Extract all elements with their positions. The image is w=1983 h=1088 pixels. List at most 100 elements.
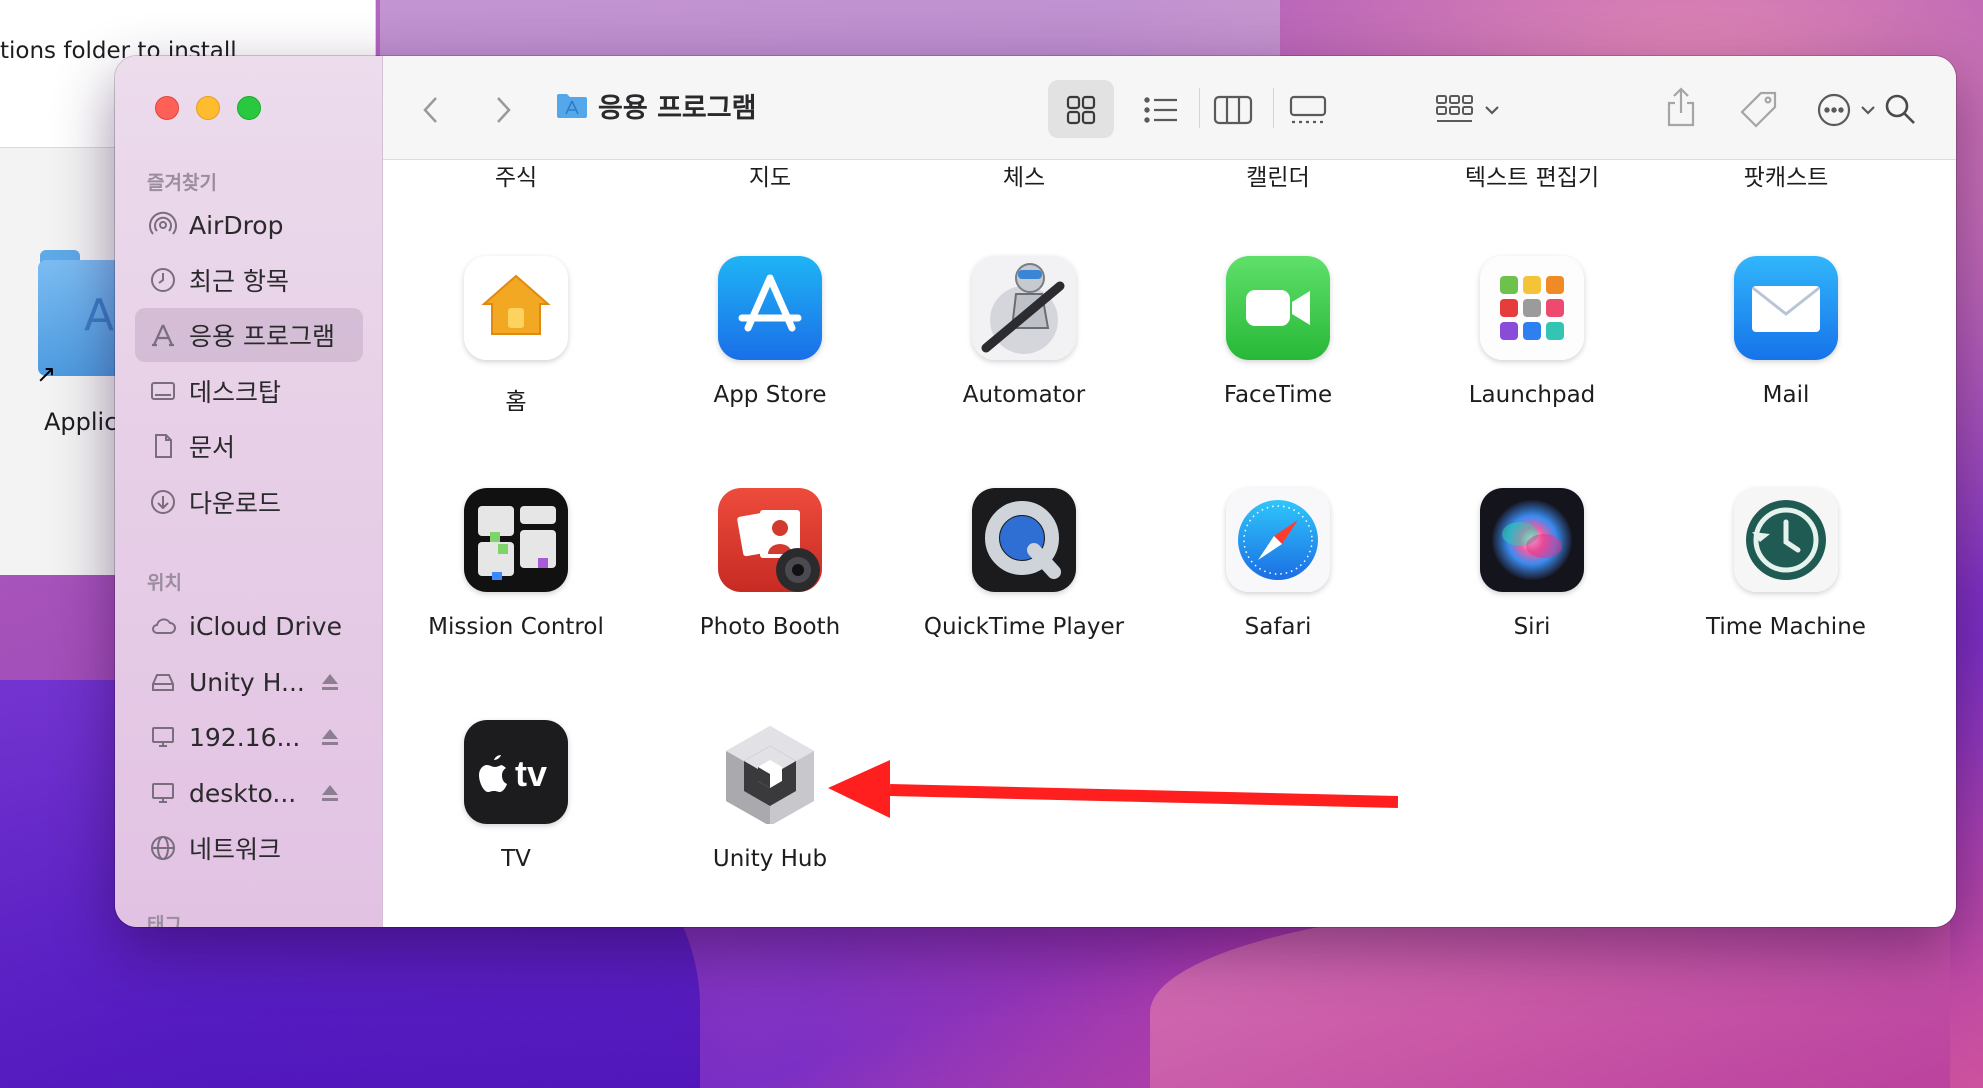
sidebar-item-label: Unity H... — [189, 667, 305, 697]
sidebar-item-label: iCloud Drive — [189, 611, 342, 641]
automator-icon — [972, 256, 1076, 360]
app-facetime[interactable]: FaceTime — [1151, 256, 1405, 408]
search-button[interactable] — [1883, 92, 1917, 126]
share-icon — [1667, 87, 1695, 127]
window-controls — [155, 96, 261, 120]
app-label: Mail — [1762, 382, 1810, 408]
item-label-cut: 지도 — [748, 165, 792, 191]
maximize-button[interactable] — [237, 96, 261, 120]
tv-icon: tv — [464, 720, 568, 824]
sidebar: 즐겨찾기 AirDrop 최근 항목 응용 프로그램 데스크탑 문서 다운로드 … — [115, 56, 383, 927]
gallery-view-button[interactable] — [1288, 94, 1328, 126]
wallpaper-shape — [1150, 900, 1950, 1088]
sidebar-item-applications[interactable]: 응용 프로그램 — [135, 308, 363, 362]
launchpad-icon — [1480, 256, 1584, 360]
tag-icon — [1740, 91, 1777, 128]
locations-header: 위치 — [147, 572, 182, 594]
unity-hub-icon — [718, 720, 822, 824]
chevron-right-icon — [497, 97, 511, 123]
column-view-button[interactable] — [1213, 94, 1253, 126]
item-label-cut: 캘린더 — [1246, 165, 1310, 191]
sidebar-item-documents[interactable]: 문서 — [135, 419, 363, 473]
download-icon — [151, 490, 175, 514]
app-label: Siri — [1513, 614, 1551, 640]
app-quicktime-player[interactable]: QuickTime Player — [897, 488, 1151, 640]
item-label-cut: 텍스트 편집기 — [1464, 165, 1600, 191]
app-label: Launchpad — [1468, 382, 1596, 408]
list-view-button[interactable] — [1143, 94, 1179, 126]
sidebar-item-recents[interactable]: 최근 항목 — [135, 253, 363, 307]
app-label: Safari — [1244, 614, 1312, 640]
group-icon — [1436, 95, 1473, 122]
app-label: App Store — [713, 382, 827, 408]
columns-icon — [1213, 95, 1253, 125]
close-button[interactable] — [155, 96, 179, 120]
window-title: 응용 프로그램 — [556, 86, 756, 125]
eject-icon[interactable] — [319, 671, 341, 693]
app-store-icon — [718, 256, 822, 360]
list-icon — [1144, 97, 1177, 123]
sidebar-item-unity-volume[interactable]: Unity H... — [135, 655, 363, 709]
app-time-machine[interactable]: Time Machine — [1659, 488, 1913, 640]
tags-header: 태그 — [147, 914, 182, 927]
item-label-cut: 체스 — [1002, 165, 1046, 191]
back-button[interactable] — [419, 94, 443, 126]
app-mission-control[interactable]: Mission Control — [389, 488, 643, 640]
ellipsis-circle-icon — [1817, 93, 1851, 127]
airdrop-icon — [149, 211, 177, 235]
display-icon — [152, 783, 174, 803]
sidebar-item-label: deskto... — [189, 778, 297, 808]
sidebar-item-label: 다운로드 — [189, 489, 282, 518]
sidebar-item-desktop[interactable]: 데스크탑 — [135, 364, 363, 418]
icon-view-button[interactable] — [1065, 94, 1097, 126]
sidebar-item-network-share[interactable]: 192.16... — [135, 710, 363, 764]
sidebar-item-network[interactable]: 네트워크 — [135, 821, 363, 875]
action-chevron[interactable] — [1860, 104, 1876, 116]
forward-button[interactable] — [491, 94, 515, 126]
sidebar-item-airdrop[interactable]: AirDrop — [135, 198, 363, 252]
favorites-header: 즐겨찾기 — [147, 172, 217, 194]
group-by-button[interactable] — [1436, 94, 1474, 126]
annotation-arrow — [828, 760, 1398, 818]
search-icon — [1885, 94, 1915, 124]
app-photo-booth[interactable]: Photo Booth — [643, 488, 897, 640]
toolbar: 응용 프로그램 — [383, 56, 1956, 160]
applications-icon — [152, 324, 174, 347]
sidebar-item-icloud[interactable]: iCloud Drive — [135, 599, 363, 653]
chevron-down-icon — [1861, 106, 1875, 115]
sidebar-item-label: 응용 프로그램 — [189, 322, 335, 351]
applications-folder-label: Applic — [44, 408, 118, 436]
alias-arrow-icon: ↗ — [36, 360, 57, 388]
sidebar-item-downloads[interactable]: 다운로드 — [135, 475, 363, 529]
sidebar-item-label: 데스크탑 — [189, 378, 282, 407]
disk-icon — [152, 674, 174, 691]
app-label: FaceTime — [1223, 382, 1333, 408]
sidebar-item-label: 192.16... — [189, 722, 301, 752]
chevron-down-icon — [1485, 106, 1499, 115]
facetime-icon — [1226, 256, 1330, 360]
home-app-icon — [464, 256, 568, 360]
eject-icon[interactable] — [319, 726, 341, 748]
app-label: Time Machine — [1706, 614, 1866, 640]
app-siri[interactable]: Siri — [1405, 488, 1659, 640]
cloud-icon — [152, 618, 176, 634]
app-label: Mission Control — [428, 614, 604, 640]
share-button[interactable] — [1665, 86, 1697, 128]
minimize-button[interactable] — [196, 96, 220, 120]
tags-button[interactable] — [1739, 90, 1779, 130]
app-label: TV — [501, 846, 531, 872]
app-safari[interactable]: Safari — [1151, 488, 1405, 640]
app-mail[interactable]: Mail — [1659, 256, 1913, 408]
app-label: Unity Hub — [712, 846, 828, 872]
app-app-store[interactable]: App Store — [643, 256, 897, 408]
sidebar-item-desktop-share[interactable]: deskto... — [135, 766, 363, 820]
app-launchpad[interactable]: Launchpad — [1405, 256, 1659, 408]
group-by-chevron[interactable] — [1484, 104, 1500, 116]
gallery-icon — [1289, 95, 1327, 124]
eject-icon[interactable] — [319, 782, 341, 804]
sidebar-item-label: 최근 항목 — [189, 267, 289, 296]
app-home[interactable]: 홈 — [389, 256, 643, 416]
action-button[interactable] — [1816, 92, 1852, 128]
app-tv[interactable]: tv TV — [389, 720, 643, 872]
app-automator[interactable]: Automator — [897, 256, 1151, 408]
